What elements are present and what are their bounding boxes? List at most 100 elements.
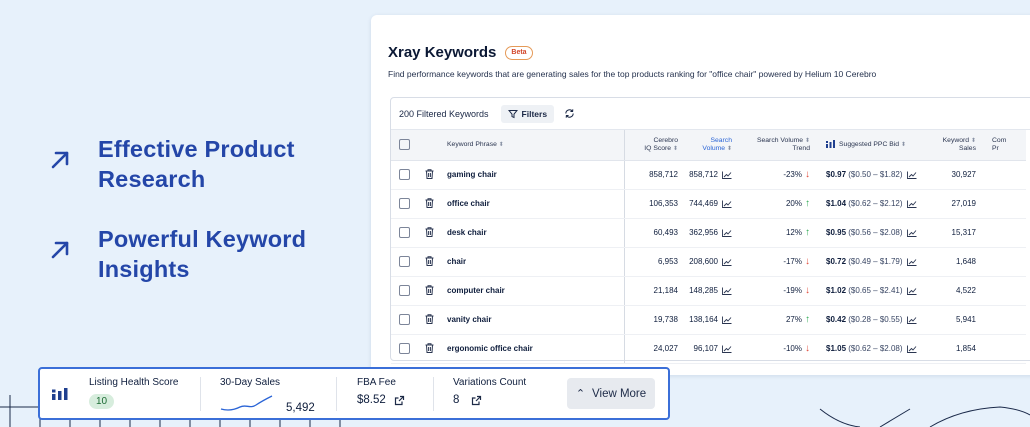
table-row[interactable]: computer chair 21,184 148,285 -19% ↓ $1.02 ($… (391, 276, 1026, 306)
row-checkbox[interactable] (391, 247, 417, 277)
header-suggested-ppc-bid[interactable]: Suggested PPC Bid ⬍ (818, 130, 936, 161)
sort-icon: ⬍ (726, 145, 732, 152)
trend-value: 12% (785, 228, 802, 237)
header-search-volume-trend[interactable]: Search Volume ⬍ Trend (738, 130, 818, 161)
trash-icon[interactable] (425, 226, 434, 237)
ppc-bid-range: ($0.50 – $1.82) (848, 170, 903, 179)
search-volume: 208,600 (689, 257, 718, 266)
bar-chart-icon (52, 388, 68, 400)
header-cerebro-iq[interactable]: Cerebro IQ Score ⬍ (623, 130, 684, 161)
keywords-table: Keyword Phrase ⬍ Cerebro IQ Score ⬍ Searc… (391, 130, 1026, 364)
table-row[interactable]: chair 6,953 208,600 -17% ↓ $0.72 ($0.49 – $1.… (391, 247, 1026, 277)
fba-fee-value: $8.52 (357, 394, 386, 406)
keyword-sales: 4,522 (936, 276, 986, 306)
header-search-volume[interactable]: Search Volume ⬍ (684, 130, 738, 161)
row-checkbox[interactable] (391, 160, 417, 190)
keyword-phrase: ergonomic office chair (441, 334, 624, 364)
trash-icon[interactable] (425, 284, 434, 295)
table-row[interactable]: desk chair 60,493 362,956 12% ↑ $0.95 ($0.56 … (391, 218, 1026, 248)
trend-chart-icon[interactable] (906, 316, 917, 324)
trend-chart-icon[interactable] (722, 171, 732, 179)
keywords-panel: 200 Filtered Keywords Filters Keyword Ph… (390, 97, 1030, 364)
sort-icon: ⬍ (970, 137, 976, 144)
xray-keywords-card: Xray Keywords Beta Find performance keyw… (371, 15, 1030, 375)
feature-title-line2: Research (98, 166, 206, 192)
row-checkbox[interactable] (391, 189, 417, 219)
trend-chart-icon[interactable] (722, 258, 732, 266)
divider (200, 377, 201, 411)
filters-label: Filters (521, 108, 548, 119)
ppc-bid: $0.97 (826, 170, 847, 179)
trend-chart-icon[interactable] (722, 287, 732, 295)
header-competing-products[interactable]: Com Pr (986, 130, 1026, 161)
table-row[interactable]: ergonomic office chair 24,027 96,107 -10% ↓ $… (391, 334, 1026, 364)
arrow-up-icon: ↑ (805, 198, 810, 209)
ppc-bid-range: ($0.65 – $2.41) (848, 286, 903, 295)
trend-chart-icon[interactable] (906, 229, 917, 237)
external-link-icon[interactable] (471, 395, 482, 406)
refresh-icon[interactable] (564, 108, 575, 119)
table-toolbar: 200 Filtered Keywords Filters (391, 98, 1030, 130)
trash-icon[interactable] (425, 197, 434, 208)
trend-chart-icon[interactable] (906, 258, 917, 266)
trend-chart-icon[interactable] (906, 345, 917, 353)
ppc-bid-range: ($0.62 – $2.08) (848, 344, 903, 353)
external-link-icon[interactable] (394, 395, 405, 406)
trend-chart-icon[interactable] (906, 200, 917, 208)
row-checkbox[interactable] (391, 305, 417, 335)
trend-value: -23% (783, 170, 802, 179)
sort-icon: ⬍ (498, 141, 504, 148)
select-all-checkbox[interactable] (391, 130, 417, 161)
keyword-sales: 27,019 (936, 189, 986, 219)
trend-chart-icon[interactable] (722, 345, 732, 353)
arrow-down-icon: ↓ (805, 343, 810, 354)
arrow-up-icon: ↑ (805, 314, 810, 325)
divider (336, 377, 337, 411)
trend-value: -17% (783, 257, 802, 266)
cerebro-iq-score: 24,027 (623, 334, 684, 364)
trash-icon[interactable] (425, 255, 434, 266)
header-keyword-sales[interactable]: Keyword ⬍ Sales (936, 130, 986, 161)
listing-stats-bar: Listing Health Score 10 30-Day Sales 5,4… (38, 367, 670, 420)
row-checkbox[interactable] (391, 276, 417, 306)
search-volume: 96,107 (693, 344, 718, 353)
table-header-row: Keyword Phrase ⬍ Cerebro IQ Score ⬍ Searc… (391, 130, 1026, 161)
beta-badge: Beta (505, 45, 533, 60)
row-checkbox[interactable] (391, 334, 417, 364)
row-checkbox[interactable] (391, 218, 417, 248)
table-row[interactable]: vanity chair 19,738 138,164 27% ↑ $0.42 ($0.2… (391, 305, 1026, 335)
cerebro-iq-score: 6,953 (623, 247, 684, 277)
funnel-icon (507, 109, 518, 118)
cerebro-iq-score: 21,184 (623, 276, 684, 306)
trash-icon[interactable] (425, 342, 434, 353)
trend-chart-icon[interactable] (906, 171, 917, 179)
keyword-phrase: desk chair (441, 218, 624, 248)
trend-chart-icon[interactable] (906, 287, 917, 295)
trash-icon[interactable] (425, 313, 434, 324)
filtered-count: 200 Filtered Keywords (399, 108, 489, 119)
health-score-badge: 10 (89, 394, 115, 409)
trend-chart-icon[interactable] (722, 229, 732, 237)
fba-fee: FBA Fee $8.52 (357, 377, 405, 406)
trend-value: 20% (785, 199, 802, 208)
cerebro-iq-score: 60,493 (623, 218, 684, 248)
card-title: Xray Keywords (388, 44, 497, 61)
ppc-bid: $1.05 (826, 344, 847, 353)
trend-value: -19% (783, 286, 802, 295)
header-keyword-phrase[interactable]: Keyword Phrase ⬍ (441, 130, 624, 161)
table-row[interactable]: gaming chair 858,712 858,712 -23% ↓ $0.97 ($0… (391, 160, 1026, 190)
keyword-phrase: office chair (441, 189, 624, 219)
trend-chart-icon[interactable] (722, 316, 732, 324)
ppc-bid: $0.72 (826, 257, 847, 266)
trend-chart-icon[interactable] (722, 200, 732, 208)
table-row[interactable]: office chair 106,353 744,469 20% ↑ $1.04 ($0.… (391, 189, 1026, 219)
cerebro-iq-score: 19,738 (623, 305, 684, 335)
filters-button[interactable]: Filters (500, 104, 555, 123)
trash-icon[interactable] (425, 168, 434, 179)
ppc-bid: $1.04 (826, 199, 847, 208)
trend-value: 27% (785, 315, 802, 324)
keyword-sales: 15,317 (936, 218, 986, 248)
view-more-button[interactable]: ⌃ View More (567, 378, 655, 409)
variations-value: 8 (453, 394, 460, 406)
arrow-down-icon: ↓ (805, 169, 810, 180)
